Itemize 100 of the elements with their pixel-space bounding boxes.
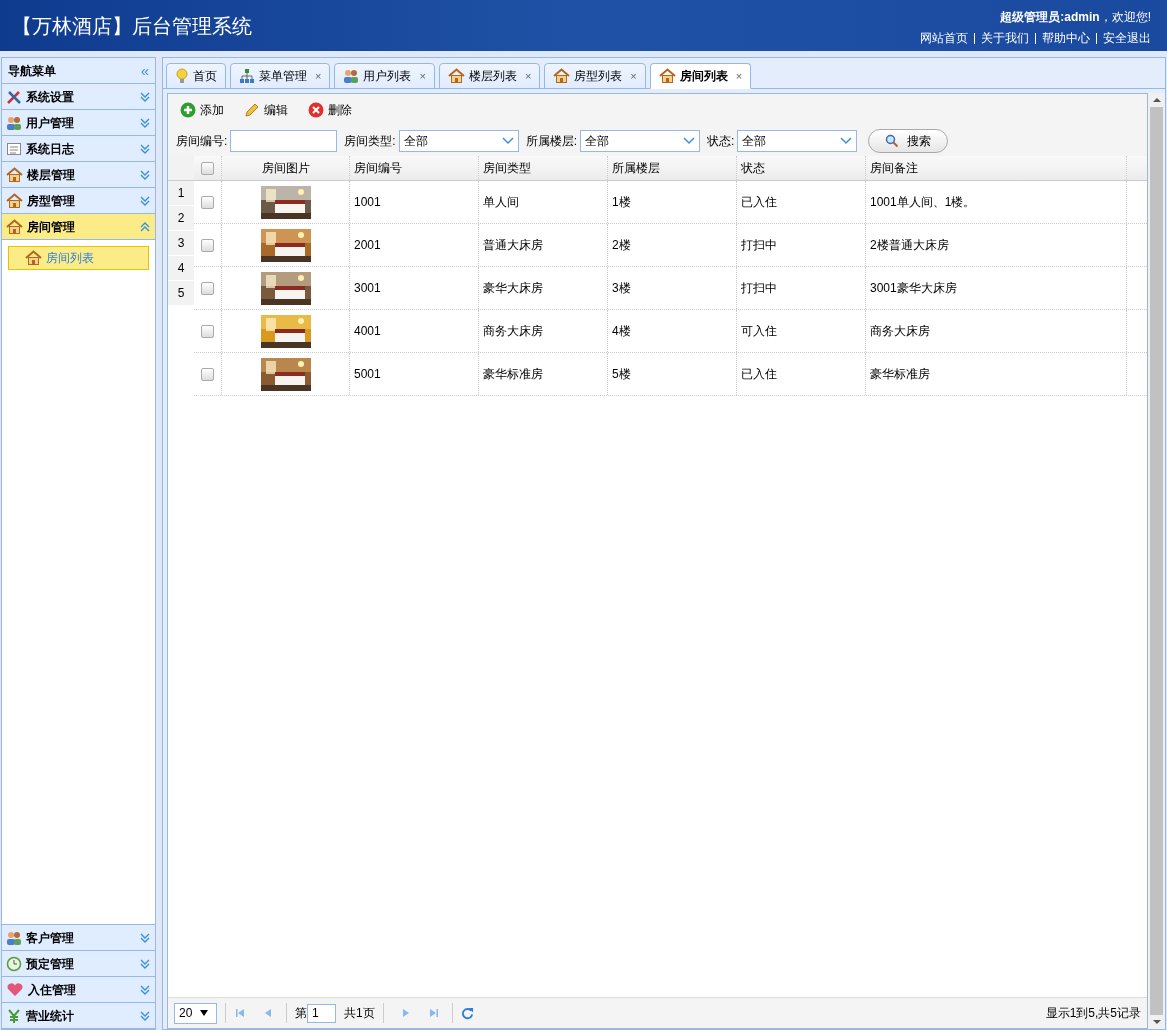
tab[interactable]: 房间列表 × — [649, 63, 752, 89]
table-cell: 商务大床房 — [866, 310, 1127, 352]
page-input[interactable]: 1 — [307, 1003, 336, 1023]
column-header[interactable]: 房间图片 — [222, 156, 350, 180]
row-number: 2 — [168, 206, 194, 231]
table-cell: 打扫中 — [737, 224, 866, 266]
chevron-down-icon — [840, 137, 853, 145]
sidebar-section[interactable]: 营业统计 — [2, 1003, 155, 1029]
close-icon[interactable]: × — [735, 67, 743, 85]
header-link[interactable]: 网站首页 — [920, 29, 968, 47]
expand-icon[interactable] — [139, 983, 151, 996]
table-cell: 普通大床房 — [479, 224, 608, 266]
table-cell: 3001豪华大床房 — [866, 267, 1127, 309]
expand-icon[interactable] — [139, 194, 151, 207]
tab[interactable]: 房型列表 × — [544, 63, 646, 89]
table-cell: 2楼 — [608, 224, 737, 266]
expand-icon[interactable] — [139, 931, 151, 944]
sidebar-section[interactable]: 入住管理 — [2, 977, 155, 1003]
sidebar-section[interactable]: 用户管理 — [2, 110, 155, 136]
house-icon — [658, 68, 676, 84]
checkbox[interactable] — [201, 324, 214, 338]
toolbar-button[interactable]: 删除 — [304, 98, 356, 122]
record-summary: 显示1到5,共5记录 — [1045, 1005, 1141, 1022]
expand-icon[interactable] — [139, 90, 151, 103]
delete-icon — [308, 102, 324, 118]
section-title: 客户管理 — [26, 929, 75, 947]
sidebar-section[interactable]: 楼层管理 — [2, 162, 155, 188]
plus-icon — [180, 102, 196, 118]
lightbulb-icon — [175, 68, 189, 84]
table-cell: 豪华大床房 — [479, 267, 608, 309]
checkbox[interactable] — [201, 238, 214, 252]
page-size-select[interactable]: 20 — [174, 1002, 217, 1024]
column-header[interactable]: 房间编号 — [350, 156, 479, 180]
select-field[interactable]: 全部 — [580, 130, 701, 152]
tab[interactable]: 用户列表 × — [334, 63, 435, 89]
checkbox[interactable] — [201, 367, 214, 381]
table-cell: 商务大床房 — [479, 310, 608, 352]
expand-icon[interactable] — [139, 957, 151, 970]
expand-icon[interactable] — [139, 142, 151, 155]
column-header[interactable]: 所属楼层 — [608, 156, 737, 180]
row-number: 1 — [168, 181, 194, 206]
table-cell: 2001 — [350, 224, 479, 266]
sidebar-section[interactable]: 系统设置 — [2, 84, 155, 110]
sidebar-section[interactable]: 房型管理 — [2, 188, 155, 214]
close-icon[interactable]: × — [419, 67, 426, 85]
input-field[interactable] — [230, 130, 338, 152]
tab[interactable]: 楼层列表 × — [438, 63, 541, 89]
chevron-down-icon — [683, 137, 696, 145]
checkbox[interactable] — [201, 195, 214, 209]
section-title: 用户管理 — [26, 114, 75, 132]
page-count: 共1页 — [344, 1005, 375, 1022]
close-icon[interactable]: × — [315, 67, 322, 85]
toolbar-button[interactable]: 添加 — [176, 98, 228, 122]
refresh-icon[interactable] — [460, 1006, 474, 1020]
tab[interactable]: 菜单管理 × — [230, 63, 331, 89]
close-icon[interactable]: × — [630, 67, 637, 85]
expand-icon[interactable] — [139, 116, 151, 129]
table-cell: 3楼 — [608, 267, 737, 309]
scrollbar[interactable] — [1148, 93, 1165, 1029]
sidebar-section[interactable]: 房间管理 — [2, 214, 155, 240]
toolbar-button[interactable]: 编辑 — [240, 98, 292, 122]
tools-icon — [6, 88, 22, 105]
table-cell: 4楼 — [608, 310, 737, 352]
checkbox[interactable] — [201, 161, 214, 175]
expand-icon[interactable] — [139, 1009, 151, 1022]
dropdown-icon — [200, 1010, 209, 1016]
sidebar-section[interactable]: 客户管理 — [2, 925, 155, 951]
section-title: 预定管理 — [26, 955, 75, 973]
clock-icon — [6, 955, 22, 972]
welcome-text: 超级管理员:admin，欢迎您! — [1000, 9, 1151, 26]
tab[interactable]: 首页 — [166, 63, 226, 89]
document-icon — [6, 140, 22, 157]
first-page-icon[interactable] — [234, 1007, 246, 1019]
column-header[interactable]: 房间备注 — [866, 156, 1127, 180]
sidebar-section[interactable]: 系统日志 — [2, 136, 155, 162]
checkbox[interactable] — [201, 281, 214, 295]
section-title: 营业统计 — [26, 1007, 75, 1025]
select-field[interactable]: 全部 — [737, 130, 858, 152]
expand-icon[interactable] — [139, 168, 151, 181]
column-header[interactable]: 状态 — [737, 156, 866, 180]
heart-icon — [6, 981, 24, 998]
column-header[interactable]: 房间类型 — [479, 156, 608, 180]
table-cell: 1楼 — [608, 181, 737, 223]
row-number: 3 — [168, 231, 194, 256]
collapse-icon[interactable] — [139, 220, 151, 233]
select-field[interactable]: 全部 — [398, 130, 519, 152]
header-link[interactable]: 帮助中心 — [1042, 29, 1090, 47]
table-cell: 5楼 — [608, 353, 737, 395]
table-cell: 2楼普通大床房 — [866, 224, 1127, 266]
search-icon — [885, 134, 900, 148]
header-link[interactable]: 安全退出 — [1103, 29, 1151, 47]
header-link[interactable]: 关于我们 — [981, 29, 1029, 47]
sidebar-section[interactable]: 预定管理 — [2, 951, 155, 977]
close-icon[interactable]: × — [524, 67, 532, 85]
last-page-icon[interactable] — [427, 1007, 440, 1019]
search-button[interactable]: 搜索 — [868, 129, 949, 153]
section-title: 入住管理 — [28, 981, 77, 999]
row-number: 5 — [168, 281, 194, 306]
house-icon — [6, 218, 23, 235]
menu-item[interactable]: 房间列表 — [8, 246, 149, 270]
